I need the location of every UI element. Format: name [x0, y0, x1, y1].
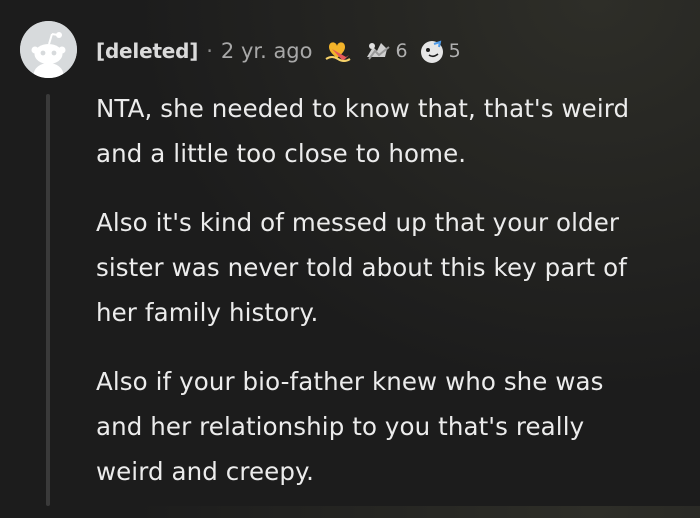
heart-award-icon — [324, 42, 351, 62]
avatar[interactable] — [20, 21, 77, 78]
comment-paragraph: Also if your bio-father knew who she was… — [96, 359, 686, 494]
text-line: Also it's kind of messed up that your ol… — [96, 208, 620, 237]
comment-paragraph: Also it's kind of messed up that your ol… — [96, 200, 686, 335]
comment: [deleted] · 2 yr. ago 6 5 NTA, she neede… — [0, 0, 700, 506]
thread-line[interactable] — [46, 94, 50, 506]
text-line: Also if your bio-father knew who she was — [96, 367, 604, 396]
award-count: 6 — [395, 40, 408, 62]
comment-paragraph: NTA, she needed to know that, that's wei… — [96, 86, 686, 176]
text-line: weird and creepy. — [96, 457, 314, 486]
award-heart[interactable] — [323, 37, 353, 65]
snoo-avatar-icon — [20, 21, 77, 78]
comment-body: NTA, she needed to know that, that's wei… — [96, 86, 686, 518]
award-helpful[interactable]: 5 — [418, 38, 461, 64]
text-line: her family history. — [96, 298, 319, 327]
meta-separator: · — [206, 39, 213, 63]
text-line: and a little too close to home. — [96, 139, 467, 168]
comment-meta: [deleted] · 2 yr. ago 6 5 — [96, 34, 461, 68]
text-line: sister was never told about this key par… — [96, 253, 627, 282]
author-name[interactable]: [deleted] — [96, 39, 198, 63]
timestamp[interactable]: 2 yr. ago — [221, 39, 313, 63]
text-line: NTA, she needed to know that, that's wei… — [96, 94, 630, 123]
helpful-award-icon — [420, 40, 443, 63]
award-wholesome[interactable]: 6 — [363, 37, 408, 65]
award-count: 5 — [448, 40, 461, 62]
wholesome-seal-award-icon — [366, 43, 390, 60]
text-line: and her relationship to you that's reall… — [96, 412, 585, 441]
